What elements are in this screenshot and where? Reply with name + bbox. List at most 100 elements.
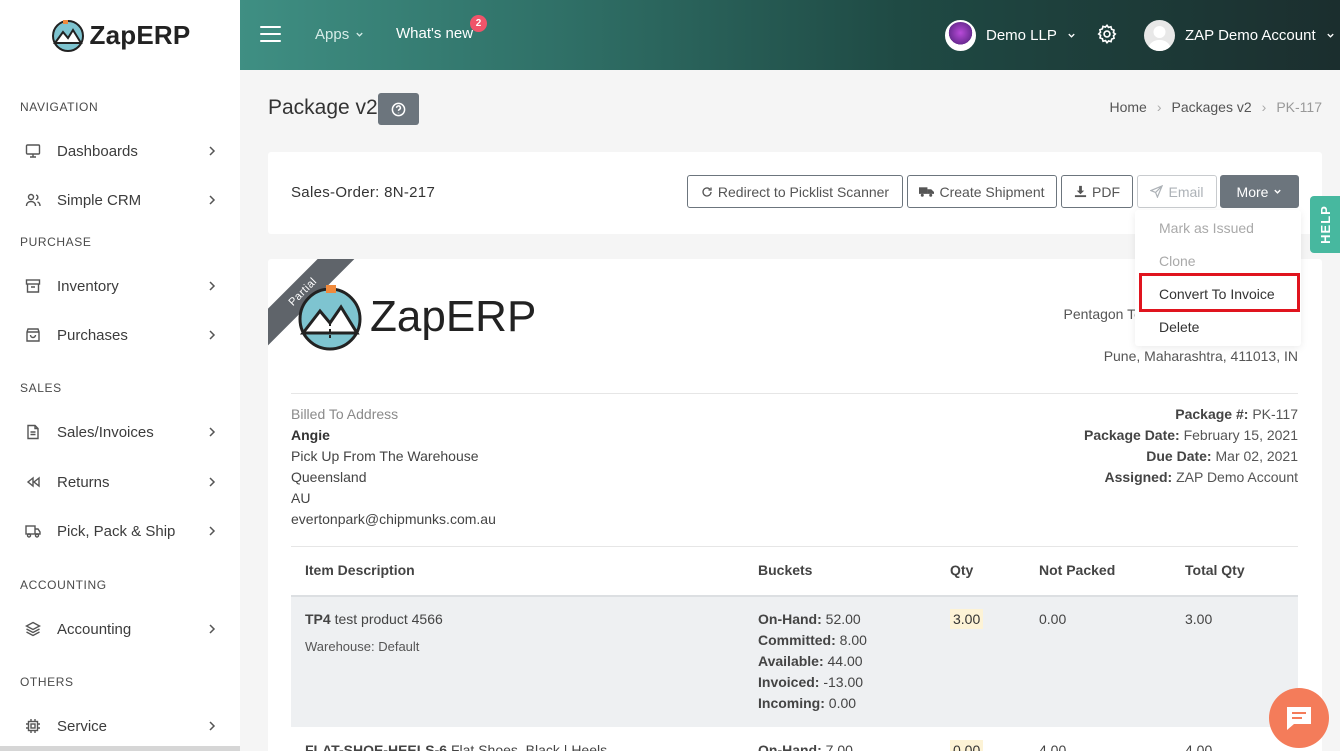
meta-value: PK-117 [1252,406,1298,422]
more-dropdown-button[interactable]: More [1220,175,1299,208]
item-description: FLAT-SHOE-HEELS-6 Flat Shoes, Black | He… [305,742,607,751]
top-navbar: Apps What's new 2 Demo LLP ZAP Demo Acco… [240,0,1340,70]
chevron-right-icon [209,477,216,487]
bucket-value: 7.00 [825,742,853,751]
brand-logo[interactable]: ZapERP [0,0,240,70]
sidebar-item-purchases[interactable]: Purchases [0,315,240,355]
item-sku: TP4 [305,611,331,627]
menu-item-mark-as-issued[interactable]: Mark as Issued [1159,220,1254,236]
sidebar-item-label: Service [57,717,108,735]
breadcrumb-separator: › [1261,99,1267,115]
item-sku: FLAT-SHOE-HEELS-6 [305,742,448,751]
chevron-down-icon [1274,189,1282,194]
menu-item-delete[interactable]: Delete [1159,319,1199,335]
billed-to-line: Pick Up From The Warehouse [291,448,479,464]
chevron-right-icon [209,146,216,156]
help-tab[interactable]: HELP [1310,196,1340,253]
apps-label: Apps [315,26,350,43]
section-purchase: PURCHASE [20,235,92,249]
sidebar-item-accounting[interactable]: Accounting [0,609,240,649]
total-qty-value: 4.00 [1185,742,1213,751]
sidebar-item-simple-crm[interactable]: Simple CRM [0,180,240,220]
apps-menu[interactable]: Apps [315,26,364,43]
meta-label: Package Date: [1083,427,1180,443]
rewind-icon [24,473,42,491]
divider [291,546,1298,547]
document-logo: ZapERP [296,283,536,351]
bucket-invoiced: Invoiced: -13.00 [758,674,863,690]
hamburger-menu-icon[interactable] [260,26,281,42]
sales-order-label: Sales-Order: 8N-217 [291,184,436,201]
column-header-item-description: Item Description [305,562,415,578]
divider [291,393,1298,394]
item-warehouse: Warehouse: Default [305,639,420,654]
whats-new-link[interactable]: What's new [396,25,473,42]
pdf-button[interactable]: PDF [1061,175,1133,208]
breadcrumb-home[interactable]: Home [1109,99,1146,115]
gear-icon[interactable] [1096,23,1118,50]
help-tab-label: HELP [1317,205,1333,244]
column-header-total-qty: Total Qty [1185,562,1245,578]
email-label: Email [1168,183,1204,200]
section-others: OTHERS [20,675,74,689]
user-menu[interactable]: ZAP Demo Account [1144,20,1335,51]
bucket-label: Available: [758,653,824,669]
email-button[interactable]: Email [1137,175,1217,208]
bucket-value: 44.00 [827,653,863,669]
bucket-label: On-Hand: [758,742,822,751]
user-name: ZAP Demo Account [1185,27,1316,44]
shopping-bag-icon [24,326,42,344]
chat-icon [1287,707,1311,730]
chat-button[interactable] [1269,688,1329,748]
monitor-icon [24,142,42,160]
more-label: More [1236,183,1269,200]
bucket-label: Invoiced: [758,674,820,690]
sidebar-scrollbar[interactable] [0,746,240,751]
bucket-value: 8.00 [839,632,867,648]
sidebar-item-service[interactable]: Service [0,706,240,746]
bucket-label: Incoming: [758,695,825,711]
company-name: Demo LLP [986,27,1057,44]
breadcrumb-packages[interactable]: Packages v2 [1171,99,1251,115]
archive-icon [24,277,42,295]
sidebar-item-label: Pick, Pack & Ship [57,522,176,540]
brand-name: ZapERP [89,19,191,50]
chevron-right-icon [209,624,216,634]
question-circle-icon [391,102,406,116]
billed-to-name: Angie [291,427,330,443]
menu-item-clone[interactable]: Clone [1159,253,1196,269]
sidebar-item-label: Dashboards [57,142,138,160]
page-title: Package v2 [268,96,378,119]
sidebar-item-pick-pack-ship[interactable]: Pick, Pack & Ship [0,511,240,551]
sidebar-item-returns[interactable]: Returns [0,462,240,502]
section-sales: SALES [20,381,62,395]
refresh-icon [702,186,712,197]
create-shipment-label: Create Shipment [939,183,1045,200]
cpu-icon [24,717,42,735]
sidebar-item-dashboards[interactable]: Dashboards [0,131,240,171]
redirect-picklist-button[interactable]: Redirect to Picklist Scanner [687,175,903,208]
chevron-down-icon [1326,33,1334,38]
meta-label: Due Date: [1146,448,1212,464]
zaperp-logo-icon [298,285,362,351]
sidebar-item-inventory[interactable]: Inventory [0,266,240,306]
help-button[interactable] [378,93,419,125]
not-packed-value: 4.00 [1039,742,1067,751]
chevron-down-icon [356,32,363,37]
company-logo [945,20,976,51]
truck-icon [919,186,935,197]
qty-value: 3.00 [950,609,984,629]
redirect-label: Redirect to Picklist Scanner [717,183,890,200]
meta-value: ZAP Demo Account [1176,469,1298,485]
billed-to-label: Billed To Address [291,406,399,422]
billed-to-line: AU [291,490,311,506]
column-header-not-packed: Not Packed [1039,562,1116,578]
truck-icon [24,522,42,540]
create-shipment-button[interactable]: Create Shipment [907,175,1057,208]
send-icon [1150,185,1164,198]
company-switcher[interactable]: Demo LLP [945,20,1076,51]
sidebar: ZapERP NAVIGATION Dashboards Simple CRM … [0,0,240,751]
sidebar-item-sales-invoices[interactable]: Sales/Invoices [0,412,240,452]
package-date: Package Date: February 15, 2021 [1084,427,1298,443]
item-description: TP4 test product 4566 [305,611,443,627]
